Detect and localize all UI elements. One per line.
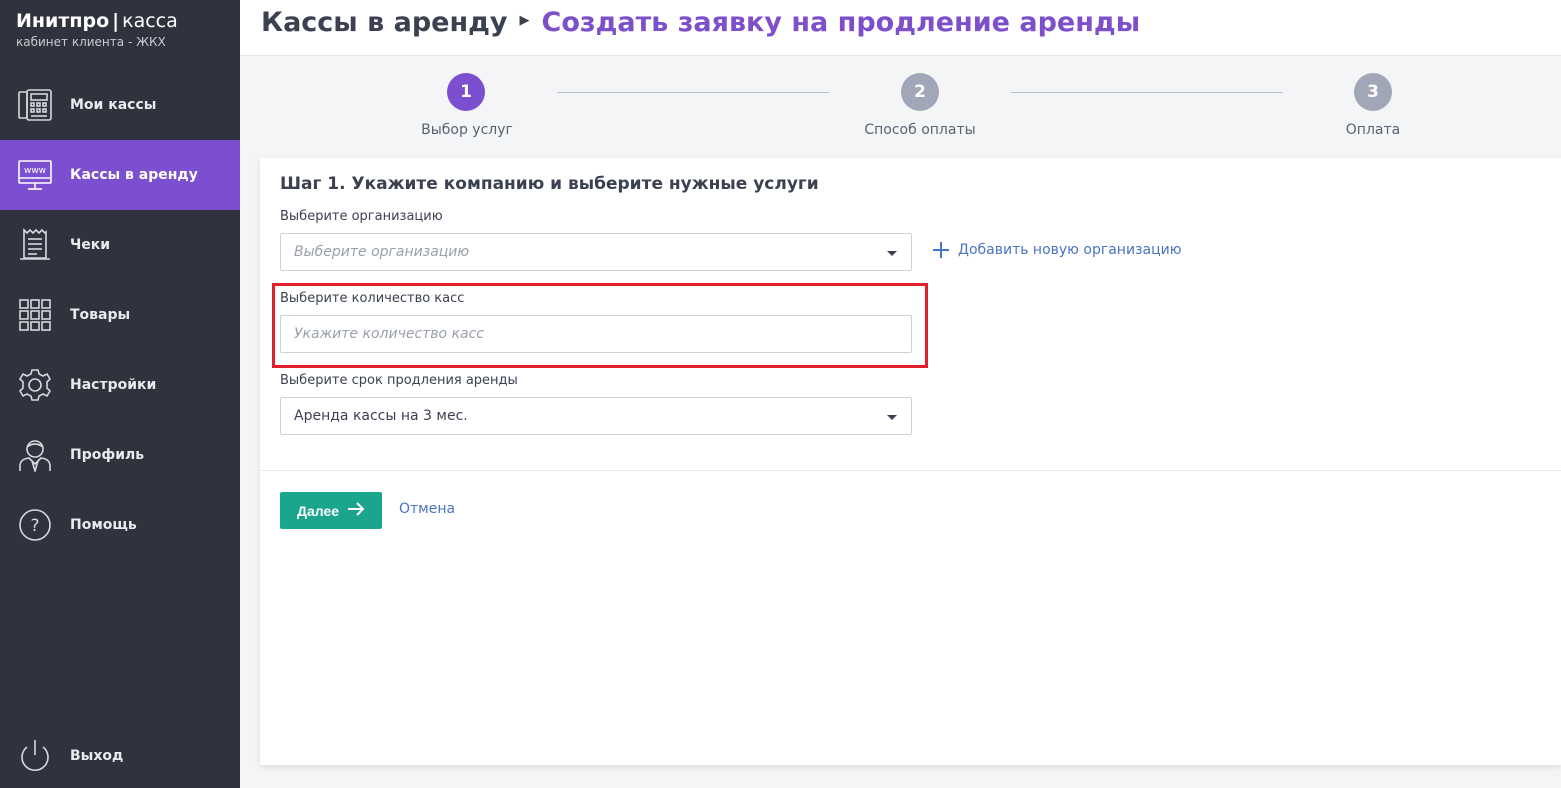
sidebar-item-settings[interactable]: Настройки: [0, 350, 240, 420]
caret-down-icon: [887, 415, 897, 420]
help-icon: ?: [16, 507, 54, 543]
add-org-label: Добавить новую организацию: [958, 242, 1182, 258]
step-connector: [557, 92, 829, 93]
sidebar-item-label: Чеки: [70, 237, 111, 253]
sidebar-item-receipts[interactable]: Чеки: [0, 210, 240, 280]
term-select-value: Аренда кассы на 3 мес.: [294, 408, 468, 424]
brand: Инитпро | касса кабинет клиента - ЖКХ: [16, 10, 178, 49]
sidebar-item-label: Помощь: [70, 517, 137, 533]
gear-icon: [16, 367, 54, 403]
monitor-www-icon: www: [16, 157, 54, 193]
brand-name-light: касса: [122, 10, 178, 32]
step-3-circle: 3: [1354, 73, 1392, 111]
qty-field[interactable]: [280, 315, 912, 353]
next-button-label: Далее: [296, 502, 340, 519]
next-button[interactable]: Далее: [280, 492, 382, 529]
brand-separator: |: [112, 10, 120, 32]
caret-down-icon: [887, 251, 897, 256]
sidebar-item-profile[interactable]: Профиль: [0, 420, 240, 490]
plus-icon: [933, 242, 949, 258]
breadcrumb: Кассы в аренду ▶ Создать заявку на продлен…: [261, 7, 1140, 38]
brand-subtitle: кабинет клиента - ЖКХ: [16, 35, 166, 49]
user-icon: [16, 437, 54, 473]
cancel-link[interactable]: Отмена: [399, 501, 455, 517]
sidebar-item-help[interactable]: ? Помощь: [0, 490, 240, 560]
brand-title: Инитпро | касса: [16, 10, 178, 32]
svg-text:www: www: [24, 166, 46, 176]
sidebar-item-label: Настройки: [70, 377, 157, 393]
divider: [260, 470, 1561, 471]
term-select[interactable]: Аренда кассы на 3 мес.: [280, 397, 912, 435]
sidebar: Инитпро | касса кабинет клиента - ЖКХ Мои …: [0, 0, 240, 788]
form-title: Шаг 1. Укажите компанию и выберите нужны…: [280, 174, 819, 194]
step-2-label: Способ оплаты: [864, 122, 976, 138]
sidebar-item-label: Товары: [70, 307, 131, 323]
qty-label: Выберите количество касс: [280, 291, 465, 306]
form-card: Шаг 1. Укажите компанию и выберите нужны…: [260, 158, 1561, 765]
sidebar-item-logout[interactable]: Выход: [0, 721, 240, 788]
qty-input[interactable]: [281, 316, 911, 352]
cash-register-icon: [16, 87, 54, 123]
step-1-circle: 1: [447, 73, 485, 111]
org-select-value: Выберите организацию: [294, 244, 470, 260]
step-connector: [1011, 92, 1283, 93]
grid-icon: [16, 297, 54, 333]
org-label: Выберите организацию: [280, 209, 443, 224]
brand-name-bold: Инитпро: [16, 10, 110, 32]
sidebar-item-label: Профиль: [70, 447, 145, 463]
receipt-icon: [16, 227, 54, 263]
page-header: Кассы в аренду ▶ Создать заявку на продлен…: [240, 0, 1561, 56]
sidebar-item-my-registers[interactable]: Мои кассы: [0, 70, 240, 140]
breadcrumb-root[interactable]: Кассы в аренду: [261, 7, 508, 38]
org-select[interactable]: Выберите организацию: [280, 233, 912, 271]
sidebar-item-label: Кассы в аренду: [70, 167, 198, 183]
power-icon: [16, 738, 54, 774]
page-title: Создать заявку на продление аренды: [541, 7, 1141, 38]
svg-text:?: ?: [30, 516, 39, 536]
stepper: 1 Выбор услуг 2 Способ оплаты 3 Оплата: [240, 56, 1561, 158]
logout-label: Выход: [70, 748, 124, 764]
breadcrumb-arrow-icon: ▶: [519, 13, 530, 28]
sidebar-item-label: Мои кассы: [70, 97, 157, 113]
step-1-label: Выбор услуг: [421, 122, 513, 138]
step-2-circle: 2: [901, 73, 939, 111]
sidebar-item-rent-registers[interactable]: www Кассы в аренду: [0, 140, 240, 210]
arrow-right-icon: [347, 502, 365, 519]
sidebar-item-products[interactable]: Товары: [0, 280, 240, 350]
add-org-link[interactable]: Добавить новую организацию: [933, 242, 1182, 258]
step-3-label: Оплата: [1345, 122, 1401, 138]
term-label: Выберите срок продления аренды: [280, 373, 518, 388]
